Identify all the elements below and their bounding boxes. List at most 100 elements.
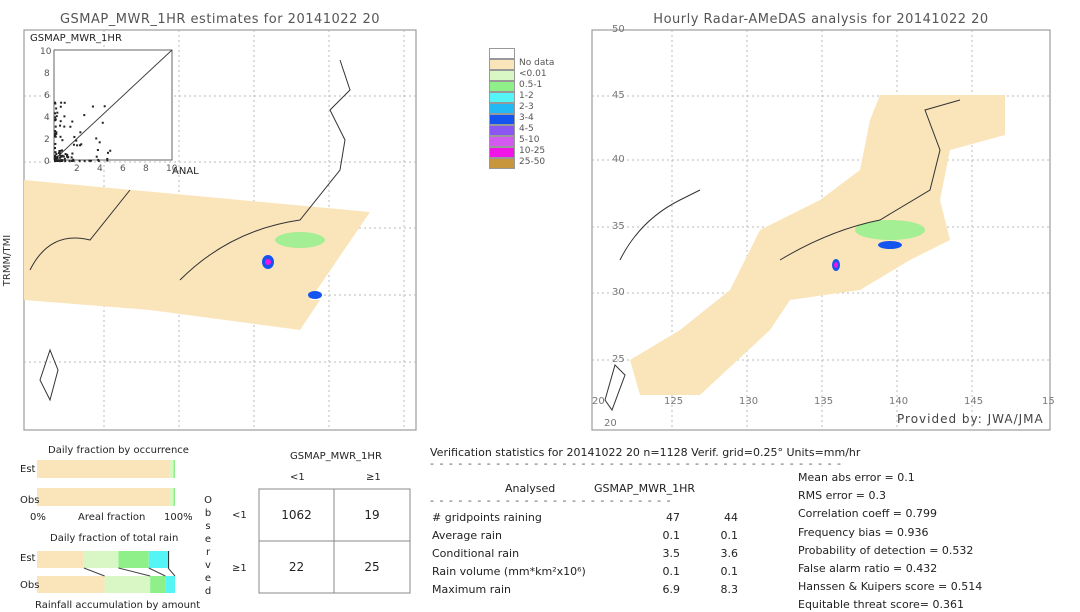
occ-est-label: Est [20, 464, 36, 475]
occ-bar-edge [173, 488, 175, 506]
contingency-grid [258, 488, 411, 594]
connector-line [167, 567, 176, 577]
scatter-point [95, 155, 98, 158]
cell-1-1: 25 [364, 560, 380, 574]
tr-obs-label: Obs [20, 580, 40, 591]
stat-analysed: 0.1 [662, 565, 681, 578]
scatter-point [107, 151, 110, 154]
connector-line [148, 567, 166, 577]
scatter-point [63, 125, 66, 128]
stat-est: 3.6 [720, 547, 739, 560]
cell-1-0: 22 [288, 560, 305, 574]
lon-tick: 125 [664, 396, 684, 407]
row-label-0: <1 [232, 510, 247, 521]
legend-label: 25-50 [519, 157, 546, 167]
col-label-0: <1 [290, 472, 305, 483]
occ-bar-edge [173, 460, 175, 478]
inset-y-tick: 6 [44, 91, 50, 101]
total-rain-title: Daily fraction of total rain [50, 533, 179, 544]
stat-label: Average rain [432, 529, 502, 542]
scatter-point [54, 125, 57, 128]
score-item: Mean abs error = 0.1 [798, 471, 915, 484]
scatter-point [91, 105, 94, 108]
scatter-point [56, 155, 59, 158]
est-bar-end [168, 551, 170, 568]
stat-est: 0.1 [720, 565, 739, 578]
total-rain-segment [150, 576, 166, 593]
contingency-title: GSMAP_MWR_1HR [290, 451, 382, 462]
lon-tick: 135 [814, 396, 834, 407]
legend-label: <0.01 [519, 69, 547, 79]
scatter-point [54, 159, 57, 162]
lon-tick: 15 [1042, 396, 1055, 407]
scatter-point [66, 153, 69, 156]
stat-est: 0.1 [720, 529, 739, 542]
scatter-point [72, 143, 75, 146]
legend-swatch [489, 158, 515, 169]
scatter-point [79, 144, 82, 147]
inset-y-tick: 8 [44, 69, 50, 79]
scatter-point [83, 114, 86, 117]
lat-tick: 30 [612, 287, 625, 298]
scatter-point [59, 156, 62, 159]
score-item: Equitable threat score= 0.361 [798, 598, 964, 612]
legend-label: 10-25 [519, 146, 546, 156]
scatter-point [96, 148, 99, 151]
scatter-point [54, 151, 57, 154]
occ-obs-label: Obs [20, 495, 40, 506]
scatter-point [63, 101, 66, 104]
total-rain-segment [37, 576, 105, 593]
stat-label: # gridpoints raining [432, 511, 542, 524]
total-rain-footer: Rainfall accumulation by amount [35, 600, 201, 611]
lat-tick: 25 [612, 354, 625, 365]
row-label-1: ≥1 [232, 563, 247, 574]
stat-analysed: 47 [666, 511, 680, 524]
total-rain-segment [165, 576, 175, 593]
score-item: Frequency bias = 0.936 [798, 525, 929, 539]
scatter-point [56, 111, 59, 114]
scatter-point [59, 105, 62, 108]
scatter-point [66, 156, 69, 159]
col-label-1: ≥1 [366, 472, 381, 483]
scatter-point [61, 139, 64, 142]
lat-tick: 20 [604, 418, 617, 429]
lat-tick: 35 [612, 221, 625, 232]
legend-label: 0.5-1 [519, 80, 543, 90]
legend-swatch [489, 114, 515, 125]
occ-bar-norain [37, 488, 170, 506]
inset-y-tick: 0 [44, 157, 50, 167]
legend-label: 2-3 [519, 102, 534, 112]
stat-label: Maximum rain [432, 583, 511, 596]
scatter-point [59, 135, 62, 138]
lat-tick: 40 [612, 154, 625, 165]
inset-x-tick: 8 [143, 164, 149, 174]
stat-est: 8.3 [720, 583, 739, 596]
inset-x-tick: 2 [74, 164, 80, 174]
scatter-point [69, 125, 72, 128]
scatter-point [60, 101, 63, 104]
scatter-point [54, 147, 57, 150]
rain-bars [37, 460, 176, 593]
scatter-point [75, 139, 78, 142]
scatter-point [79, 131, 82, 134]
scatter-point [63, 115, 66, 118]
scatter-inset [53, 49, 173, 162]
occ-x-max: 100% [164, 512, 193, 523]
scatter-point [98, 141, 101, 144]
scatter-point [54, 101, 57, 104]
scatter-point [54, 112, 57, 115]
scatter-point [55, 115, 58, 118]
scatter-point [57, 159, 60, 162]
legend-swatch [489, 125, 515, 136]
legend-swatch [489, 136, 515, 147]
legend-label: 1-2 [519, 91, 534, 101]
legend-swatch [489, 81, 515, 92]
score-item: Hanssen & Kuipers score = 0.514 [798, 580, 983, 594]
stat-est: 44 [724, 511, 738, 524]
scatter-point [71, 152, 74, 155]
scatter-point [54, 156, 57, 159]
inset-x-tick: 10 [166, 164, 178, 174]
lon-tick: 20 [592, 396, 605, 407]
scatter-point [97, 159, 100, 162]
occ-x-mid: Areal fraction [78, 512, 146, 523]
